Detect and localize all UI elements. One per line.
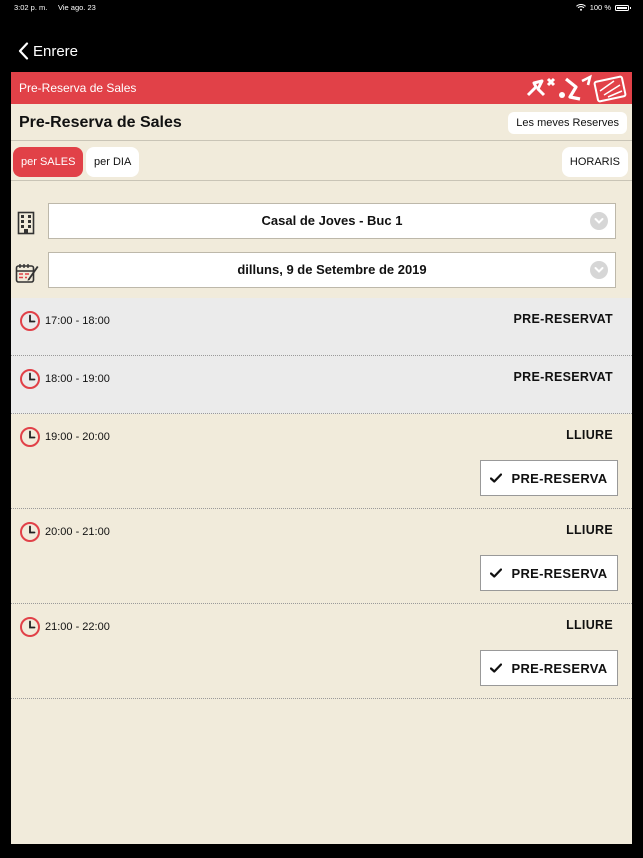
brand-logo: [526, 74, 627, 103]
checkmark-icon: [490, 568, 502, 578]
status-indicators: 100 %: [575, 3, 631, 12]
nav-bar: Enrere: [0, 36, 643, 68]
clock-icon: [19, 521, 41, 543]
battery-percent: 100 %: [589, 3, 611, 12]
battery-icon: [615, 4, 631, 11]
date-select[interactable]: dilluns, 9 de Setembre de 2019: [48, 252, 616, 288]
app-header-title: Pre-Reserva de Sales: [19, 81, 137, 95]
room-select-value: Casal de Joves - Buc 1: [261, 213, 403, 228]
room-select[interactable]: Casal de Joves - Buc 1: [48, 203, 616, 239]
schedules-button[interactable]: HORARIS: [561, 147, 628, 177]
back-label: Enrere: [33, 42, 79, 60]
page-header: Pre-Reserva de Sales Les meves Reserves: [11, 104, 632, 141]
date-select-value: dilluns, 9 de Setembre de 2019: [237, 262, 427, 277]
slot-time: 17:00 - 18:00: [45, 315, 110, 327]
tab-per-sales[interactable]: per SALES: [13, 147, 84, 177]
time-slot-row: 17:00 - 18:00 PRE-RESERVAT: [11, 298, 632, 356]
chevron-left-icon: [18, 42, 29, 60]
slot-status: LLIURE: [566, 618, 613, 632]
slot-time: 20:00 - 21:00: [45, 526, 110, 538]
status-bar: 3:02 p. m. Vie ago. 23 100 %: [0, 0, 643, 14]
chevron-down-icon: [590, 212, 608, 230]
slot-status: PRE-RESERVAT: [513, 312, 613, 326]
slot-status: PRE-RESERVAT: [513, 370, 613, 384]
slot-status: LLIURE: [566, 523, 613, 537]
back-button[interactable]: Enrere: [18, 42, 78, 60]
clock-icon: [19, 426, 41, 448]
view-tabs: per SALES per DIA HORARIS: [11, 141, 632, 181]
checkmark-icon: [490, 663, 502, 673]
clock-icon: [19, 368, 41, 390]
app-content: Pre-Reserva de Sales Pre-Reserva de Sale…: [11, 72, 632, 844]
clock-icon: [19, 616, 41, 638]
wifi-icon: [575, 4, 586, 11]
pre-reserve-button[interactable]: PRE-RESERVA: [480, 555, 618, 591]
slot-time: 21:00 - 22:00: [45, 621, 110, 633]
calendar-edit-icon: [15, 264, 39, 283]
status-date: Vie ago. 23: [58, 3, 96, 12]
pre-reserve-label: PRE-RESERVA: [511, 470, 608, 486]
clock-icon: [19, 310, 41, 332]
app-header-bar: Pre-Reserva de Sales: [11, 72, 632, 104]
time-slot-row: 19:00 - 20:00 LLIURE PRE-RESERVA: [11, 414, 632, 509]
pre-reserve-label: PRE-RESERVA: [511, 565, 608, 581]
my-reservations-button[interactable]: Les meves Reserves: [508, 112, 627, 134]
time-slot-row: 18:00 - 19:00 PRE-RESERVAT: [11, 356, 632, 414]
slot-status: LLIURE: [566, 428, 613, 442]
slot-time: 19:00 - 20:00: [45, 431, 110, 443]
status-time: 3:02 p. m.: [14, 3, 48, 12]
page-title: Pre-Reserva de Sales: [19, 114, 182, 131]
checkmark-icon: [490, 473, 502, 483]
pre-reserve-button[interactable]: PRE-RESERVA: [480, 460, 618, 496]
building-icon: [17, 211, 35, 235]
tab-per-dia[interactable]: per DIA: [86, 147, 140, 177]
slot-time: 18:00 - 19:00: [45, 373, 110, 385]
filter-section: Casal de Joves - Buc 1 dilluns, 9 de Set…: [11, 181, 632, 298]
chevron-down-icon: [590, 261, 608, 279]
pre-reserve-button[interactable]: PRE-RESERVA: [480, 650, 618, 686]
time-slot-row: 21:00 - 22:00 LLIURE PRE-RESERVA: [11, 604, 632, 699]
pre-reserve-label: PRE-RESERVA: [511, 660, 608, 676]
time-slot-row: 20:00 - 21:00 LLIURE PRE-RESERVA: [11, 509, 632, 604]
